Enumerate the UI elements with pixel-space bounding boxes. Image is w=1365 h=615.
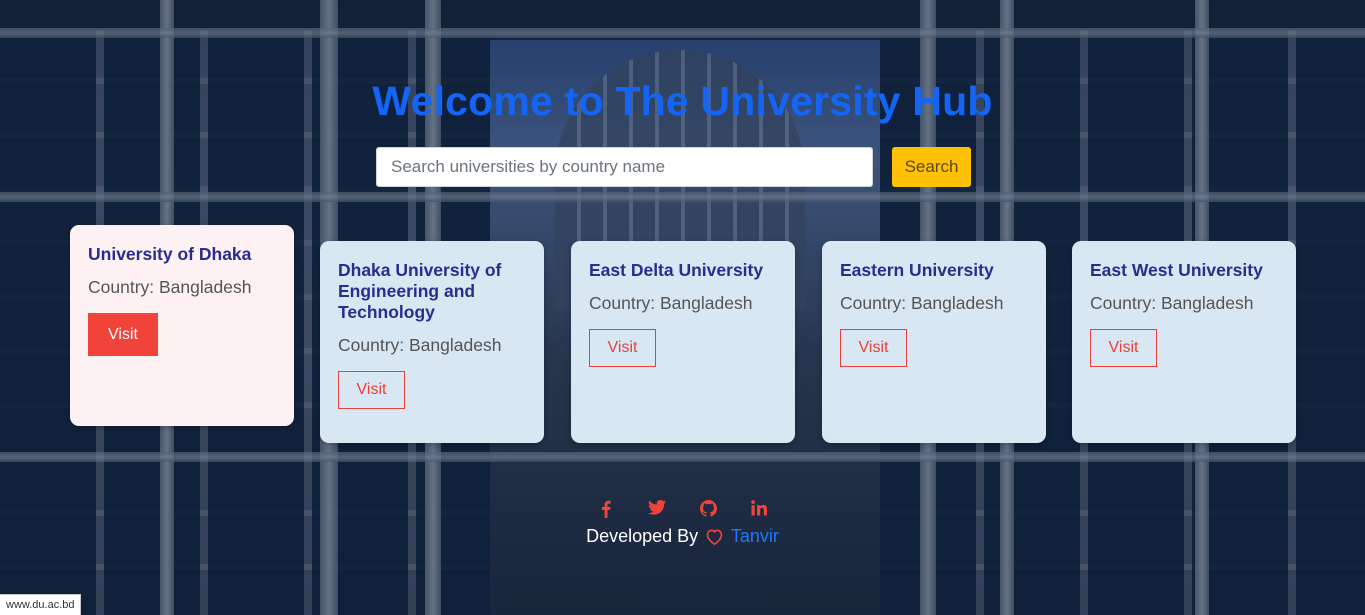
university-card: Eastern University Country: Bangladesh V… [822, 241, 1046, 443]
visit-button[interactable]: Visit [338, 371, 405, 409]
university-card: East West University Country: Bangladesh… [1072, 241, 1296, 443]
footer-credit: Developed By Tanvir [0, 526, 1365, 550]
twitter-icon[interactable] [646, 500, 668, 520]
university-name: University of Dhaka [88, 244, 252, 264]
visit-button[interactable]: Visit [589, 329, 656, 367]
github-icon[interactable] [697, 500, 719, 520]
university-country: Country: Bangladesh [338, 335, 502, 355]
visit-button[interactable]: Visit [840, 329, 907, 367]
visit-button[interactable]: Visit [88, 313, 158, 356]
page-title: Welcome to The University Hub [372, 78, 993, 124]
visit-button[interactable]: Visit [1090, 329, 1157, 367]
university-country: Country: Bangladesh [840, 293, 1004, 313]
author-link[interactable]: Tanvir [731, 526, 779, 546]
university-card: Dhaka University of Engineering and Tech… [320, 241, 544, 443]
university-card: University of Dhaka Country: Bangladesh … [70, 225, 294, 426]
university-name: East West University [1090, 260, 1263, 280]
facebook-icon[interactable] [595, 500, 617, 520]
university-name: East Delta University [589, 260, 764, 280]
university-country: Country: Bangladesh [589, 293, 753, 313]
university-name: Dhaka University of Engineering and Tech… [338, 260, 502, 322]
university-country: Country: Bangladesh [1090, 293, 1254, 313]
search-input[interactable] [376, 147, 873, 187]
footer-prefix: Developed By [586, 526, 699, 546]
university-country: Country: Bangladesh [88, 277, 252, 297]
search-button[interactable]: Search [892, 147, 971, 187]
social-links [0, 500, 1365, 524]
university-name: Eastern University [840, 260, 994, 280]
heart-icon [705, 528, 724, 550]
university-card: East Delta University Country: Banglades… [571, 241, 795, 443]
linkedin-icon[interactable] [748, 500, 770, 520]
link-preview-statusbar: www.du.ac.bd [0, 594, 82, 615]
